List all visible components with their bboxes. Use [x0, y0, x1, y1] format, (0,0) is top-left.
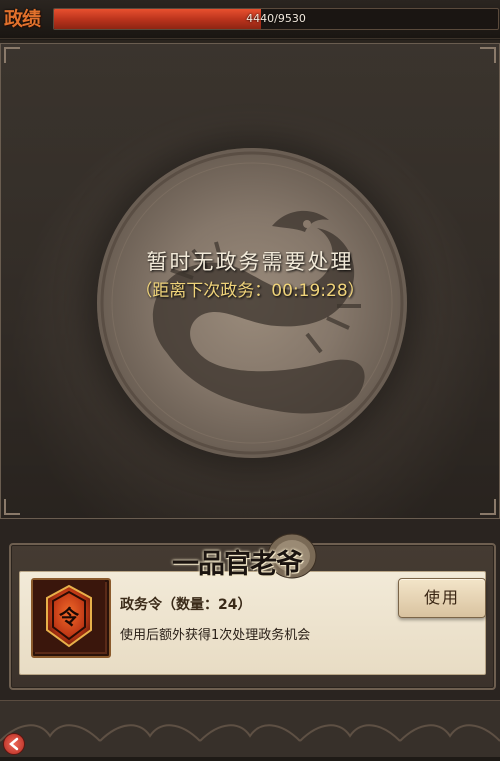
panel-corner — [480, 499, 496, 515]
item-name: 政务令（数量：24） — [120, 597, 252, 613]
merit-progress-bar: 4440/9530 — [53, 8, 499, 30]
token-icon: 令 — [31, 578, 111, 658]
item-description: 使用后额外获得1次处理政务机会 — [120, 628, 311, 643]
merit-progress-text: 4440/9530 — [246, 12, 306, 25]
back-arrow-icon[interactable] — [3, 733, 25, 755]
game-logo-text: 一品官老爷 — [172, 549, 303, 580]
use-item-button[interactable]: 使用 — [398, 578, 486, 618]
no-affairs-message: 暂时无政务需要处理 — [146, 250, 354, 274]
panel-corner — [4, 47, 20, 63]
item-detail: 令 政务令（数量：24） 使用后额外获得1次处理政务机会 使用 — [19, 571, 486, 675]
bottom-decoration — [0, 700, 500, 757]
affairs-panel: 暂时无政务需要处理 （距离下次政务：00:19:28） — [0, 40, 500, 522]
panel-corner — [480, 47, 496, 63]
top-bar: 政绩 4440/9530 — [0, 0, 500, 39]
dragon-emblem-icon — [97, 148, 407, 458]
next-affair-countdown: （距离下次政务：00:19:28） — [135, 281, 365, 301]
token-glyph: 令 — [59, 605, 80, 629]
game-logo: 一品官老爷 — [160, 532, 340, 586]
page-title: 政绩 — [4, 8, 41, 30]
panel-corner — [4, 499, 20, 515]
